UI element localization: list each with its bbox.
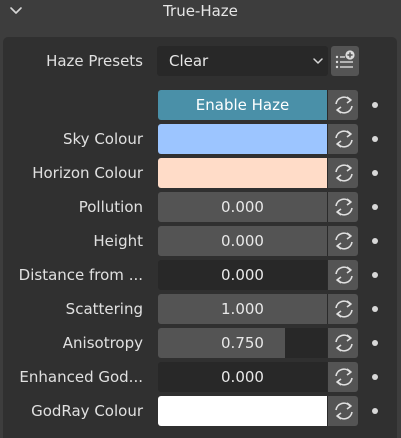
keyframe-cycle-icon	[335, 334, 353, 352]
number-field[interactable]: 0.750	[158, 328, 327, 358]
property-label: Anisotropy	[62, 334, 143, 352]
keyframe-button[interactable]	[327, 192, 358, 222]
keyframe-cycle-icon	[335, 300, 353, 318]
property-row: Horizon Colour	[0, 158, 401, 188]
keyframe-button[interactable]	[327, 294, 358, 324]
property-label: Sky Colour	[63, 130, 143, 148]
keyframe-cycle-icon	[335, 232, 353, 250]
property-label: GodRay Colour	[31, 402, 143, 420]
property-label: Horizon Colour	[32, 164, 143, 182]
presets-dropdown[interactable]: Clear	[157, 46, 328, 76]
property-row: Anisotropy 0.750	[0, 328, 401, 358]
number-field[interactable]: 0.000	[158, 260, 327, 290]
keyframe-cycle-icon	[335, 266, 353, 284]
anim-dot-icon[interactable]	[372, 238, 378, 244]
keyframe-cycle-icon	[335, 96, 353, 114]
anim-dot-icon[interactable]	[372, 340, 378, 346]
keyframe-cycle-icon	[335, 402, 353, 420]
anim-dot-icon[interactable]	[372, 170, 378, 176]
anim-dot-icon[interactable]	[372, 374, 378, 380]
keyframe-button[interactable]	[327, 158, 358, 188]
property-row: GodRay Colour	[0, 396, 401, 426]
anim-dot-icon[interactable]	[372, 306, 378, 312]
anim-dot-icon[interactable]	[372, 204, 378, 210]
keyframe-cycle-icon	[335, 368, 353, 386]
keyframe-button[interactable]	[327, 260, 358, 290]
number-field[interactable]: 0.000	[158, 362, 327, 392]
number-value: 0.000	[221, 232, 264, 250]
panel-title: True-Haze	[163, 2, 238, 20]
keyframe-cycle-icon	[335, 198, 353, 216]
preset-add-button[interactable]	[331, 46, 359, 76]
property-row: Distance from ... 0.000	[0, 260, 401, 290]
anim-dot-icon[interactable]	[372, 136, 378, 142]
number-value: 0.000	[221, 198, 264, 216]
number-value: 0.750	[221, 334, 264, 352]
number-field[interactable]: 0.000	[158, 192, 327, 222]
property-label: Pollution	[78, 198, 143, 216]
anim-dot-icon[interactable]	[372, 408, 378, 414]
color-swatch[interactable]	[158, 124, 327, 154]
chevron-down-icon	[313, 58, 323, 64]
number-field[interactable]: 0.000	[158, 226, 327, 256]
property-label: Distance from ...	[18, 266, 143, 284]
keyframe-button[interactable]	[327, 226, 358, 256]
number-value: 1.000	[221, 300, 264, 318]
keyframe-button[interactable]	[327, 362, 358, 392]
number-value: 0.000	[221, 266, 264, 284]
true-haze-panel: True-Haze Haze Presets Clear Enable Haze	[0, 0, 401, 438]
keyframe-button[interactable]	[327, 396, 358, 426]
presets-selected-value: Clear	[169, 52, 209, 70]
anim-dot-icon[interactable]	[372, 272, 378, 278]
property-label: Scattering	[65, 300, 143, 318]
keyframe-cycle-icon	[335, 130, 353, 148]
property-row: Height 0.000	[0, 226, 401, 256]
color-swatch[interactable]	[158, 396, 327, 426]
enable-haze-row: Enable Haze	[0, 90, 401, 120]
keyframe-cycle-icon	[335, 164, 353, 182]
keyframe-button[interactable]	[327, 90, 358, 120]
keyframe-button[interactable]	[327, 328, 358, 358]
enable-haze-button[interactable]: Enable Haze	[158, 90, 327, 120]
property-row: Scattering 1.000	[0, 294, 401, 324]
presets-label: Haze Presets	[46, 52, 143, 70]
number-field[interactable]: 1.000	[158, 294, 327, 324]
keyframe-button[interactable]	[327, 124, 358, 154]
property-label: Height	[93, 232, 143, 250]
number-value: 0.000	[221, 368, 264, 386]
property-row: Enhanced God... 0.000	[0, 362, 401, 392]
property-row: Pollution 0.000	[0, 192, 401, 222]
color-swatch[interactable]	[158, 158, 327, 188]
preset-add-icon	[335, 50, 355, 69]
property-row: Sky Colour	[0, 124, 401, 154]
enable-haze-label: Enable Haze	[195, 96, 290, 114]
panel-header[interactable]: True-Haze	[0, 0, 401, 24]
anim-dot-icon[interactable]	[372, 102, 378, 108]
property-label: Enhanced God...	[19, 368, 143, 386]
